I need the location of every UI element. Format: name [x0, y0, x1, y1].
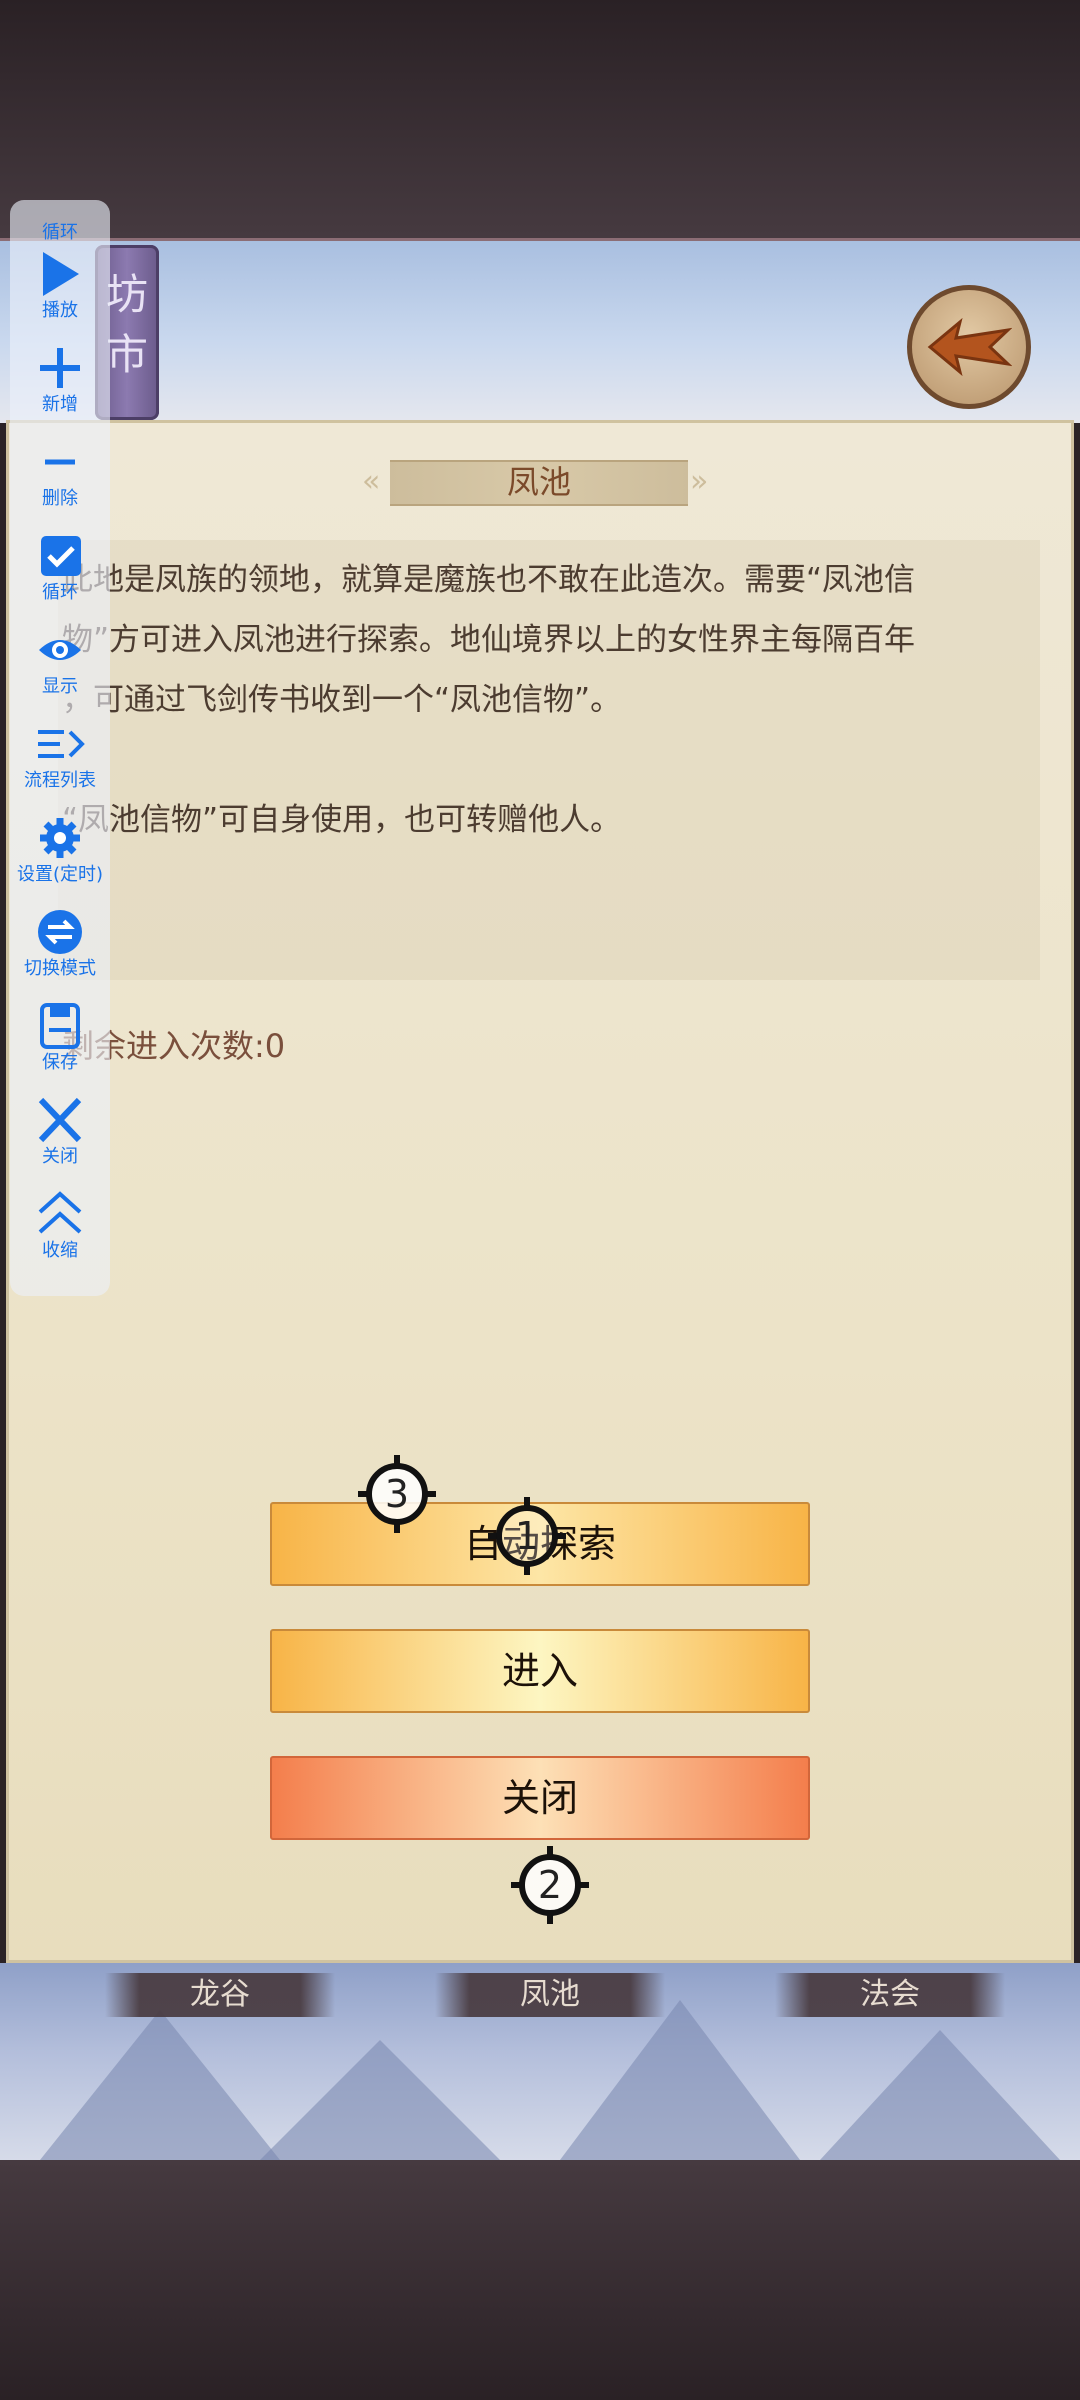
- toolbar-loop-caption: 循环: [42, 222, 78, 243]
- toolbar-collapse-button[interactable]: 收缩: [10, 1188, 110, 1262]
- map-tab-fahui[interactable]: 法会: [775, 1973, 1005, 2017]
- toolbar-switch-mode-button[interactable]: 切换模式: [10, 906, 110, 980]
- tap-marker-2-number: 2: [537, 1863, 563, 1907]
- checkbox-icon: [41, 536, 81, 576]
- description-line-4: “凤池信物”可自身使用，也可转赠他人。: [62, 802, 622, 838]
- map-tab-longgu[interactable]: 龙谷: [105, 1973, 335, 2017]
- play-icon: [43, 252, 79, 296]
- enter-button[interactable]: 进入: [270, 1629, 810, 1713]
- save-icon: [40, 1003, 80, 1049]
- toolbar-show-button[interactable]: 显示: [10, 624, 110, 698]
- toolbar-settings-button[interactable]: 设置(定时): [10, 812, 110, 886]
- list-icon: [38, 730, 85, 758]
- collapse-icon: [38, 1191, 82, 1234]
- back-arrow-icon: [927, 317, 1012, 377]
- toolbar-show-label: 显示: [42, 676, 78, 697]
- toolbar-close-label: 关闭: [42, 1146, 78, 1167]
- toolbar-add-button[interactable]: 新增: [10, 342, 110, 416]
- panel-title: 凤池: [506, 463, 571, 501]
- banner-left-chevron-icon: «: [362, 464, 381, 499]
- close-button[interactable]: 关闭: [270, 1756, 810, 1840]
- toolbar-save-label: 保存: [42, 1052, 78, 1073]
- eye-icon: [39, 640, 81, 660]
- description-line-1: 此地是凤族的领地，就算是魔族也不敢在此造次。需要“凤池信: [62, 562, 916, 598]
- description-box: [58, 540, 1040, 980]
- toolbar-delete-button[interactable]: 删除: [10, 436, 110, 510]
- tap-marker-3[interactable]: 3: [358, 1455, 436, 1533]
- back-button[interactable]: [907, 285, 1031, 409]
- automation-toolbar: 循环 播放 新增 删除 循环 显示 流程列表 设置(定时) 切换模式 保存 关闭: [10, 200, 110, 1296]
- description-line-3: ，可通过飞剑传书收到一个“凤池信物”。: [62, 682, 622, 718]
- minus-icon: [45, 459, 75, 465]
- toolbar-add-label: 新增: [42, 394, 78, 415]
- tap-marker-2[interactable]: 2: [511, 1846, 589, 1924]
- tap-marker-3-number: 3: [384, 1472, 410, 1516]
- toolbar-collapse-label: 收缩: [42, 1240, 78, 1261]
- gear-icon: [40, 818, 80, 858]
- switch-icon: [38, 910, 82, 954]
- toolbar-switch-mode-label: 切换模式: [24, 958, 96, 979]
- top-dark-band: [0, 0, 1080, 238]
- toolbar-delete-label: 删除: [42, 488, 78, 509]
- toolbar-play-label: 播放: [42, 300, 78, 321]
- close-icon: [38, 1097, 82, 1143]
- toolbar-flow-list-button[interactable]: 流程列表: [10, 718, 110, 792]
- plus-icon: [40, 348, 80, 388]
- map-tab-fengchi[interactable]: 凤池: [435, 1973, 665, 2017]
- panel-title-banner: « 凤池 »: [360, 458, 718, 508]
- toolbar-save-button[interactable]: 保存: [10, 1000, 110, 1074]
- description-line-2: 物”方可进入凤池进行探索。地仙境界以上的女性界主每隔百年: [62, 622, 916, 658]
- banner-right-chevron-icon: »: [690, 464, 709, 499]
- toolbar-loop-button[interactable]: 循环: [10, 530, 110, 604]
- remaining-count: 0: [264, 1027, 286, 1065]
- toolbar-play-button[interactable]: 播放: [10, 248, 110, 322]
- toolbar-settings-label: 设置(定时): [16, 864, 104, 885]
- toolbar-flow-list-label: 流程列表: [24, 770, 96, 791]
- tap-marker-1[interactable]: 1: [488, 1497, 566, 1575]
- bottom-dark-band: [0, 2160, 1080, 2400]
- toolbar-close-button[interactable]: 关闭: [10, 1094, 110, 1168]
- toolbar-loop-label: 循环: [42, 582, 78, 603]
- tap-marker-1-number: 1: [514, 1514, 540, 1558]
